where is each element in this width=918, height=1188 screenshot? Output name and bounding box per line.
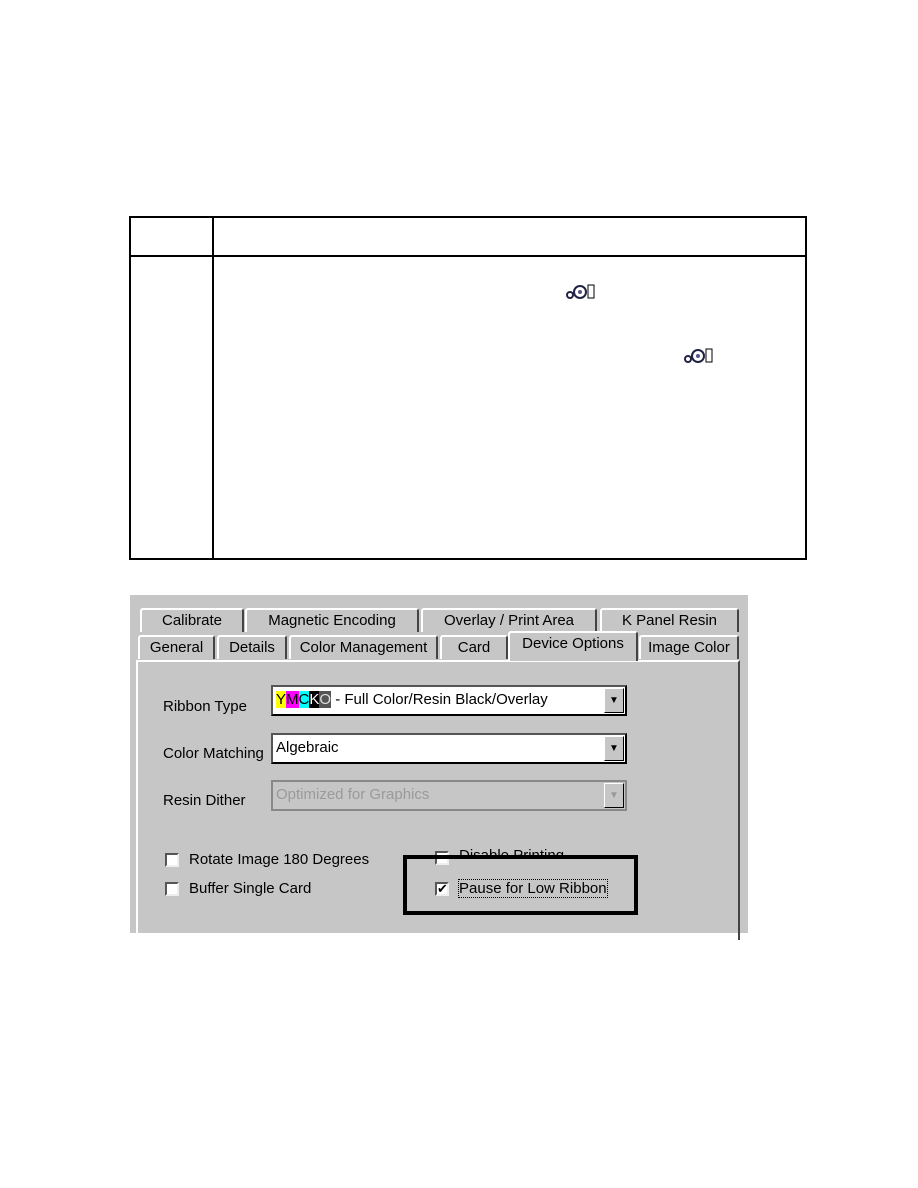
tab-card[interactable]: Card [440, 635, 508, 659]
tab-details[interactable]: Details [217, 635, 287, 659]
ribbon-type-label: Ribbon Type [163, 698, 247, 715]
color-matching-value: Algebraic [276, 739, 339, 756]
tab-k-panel-resin[interactable]: K Panel Resin [600, 608, 739, 632]
resin-dither-value: Optimized for Graphics [276, 786, 430, 803]
chevron-down-icon: ▼ [604, 783, 624, 808]
buffer-single-card-checkbox[interactable] [165, 882, 179, 896]
highlight-box [403, 855, 638, 915]
color-matching-select[interactable]: Algebraic ▼ [271, 733, 627, 764]
resin-dither-label: Resin Dither [163, 792, 246, 809]
tab-magnetic-encoding[interactable]: Magnetic Encoding [245, 608, 419, 632]
ribbon-type-select[interactable]: YMCKO - Full Color/Resin Black/Overlay ▼ [271, 685, 627, 716]
tab-calibrate[interactable]: Calibrate [140, 608, 244, 632]
ribbon-type-value: - Full Color/Resin Black/Overlay [331, 691, 548, 708]
chevron-down-icon[interactable]: ▼ [604, 688, 624, 713]
ribbon-low-icon [566, 284, 595, 299]
tab-image-color[interactable]: Image Color [639, 635, 739, 659]
header-divider [131, 255, 805, 257]
column-divider [212, 218, 214, 558]
rotate-image-label: Rotate Image 180 Degrees [189, 851, 370, 868]
tab-general[interactable]: General [138, 635, 215, 659]
resin-dither-select: Optimized for Graphics ▼ [271, 780, 627, 811]
tab-device-options[interactable]: Device Options [508, 631, 638, 661]
ribbon-low-icon [684, 348, 713, 363]
rotate-image-checkbox[interactable] [165, 853, 179, 867]
color-matching-label: Color Matching [163, 745, 264, 762]
info-table [129, 216, 807, 560]
ribbon-panel-code: YMCKO [276, 691, 332, 708]
tab-overlay-print-area[interactable]: Overlay / Print Area [421, 608, 597, 632]
buffer-single-card-label: Buffer Single Card [189, 880, 312, 897]
device-options-dialog: Calibrate Magnetic Encoding Overlay / Pr… [130, 595, 748, 940]
tab-color-management[interactable]: Color Management [289, 635, 438, 659]
chevron-down-icon[interactable]: ▼ [604, 736, 624, 761]
